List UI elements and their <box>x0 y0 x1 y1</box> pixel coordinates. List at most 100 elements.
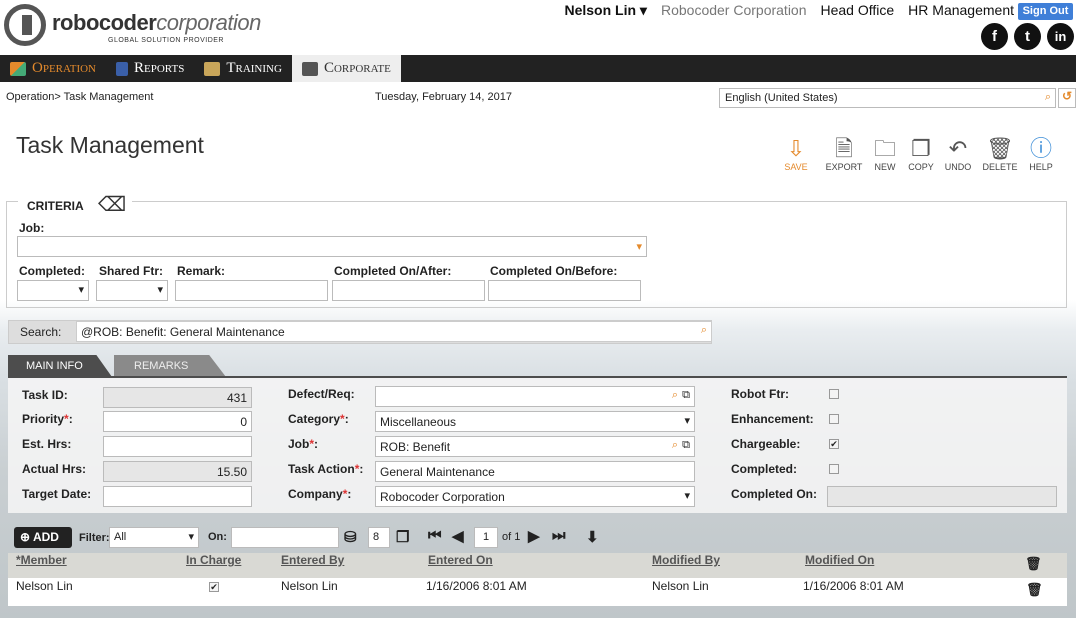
delete-button[interactable]: 🗑 DELETE <box>980 136 1020 172</box>
trash-icon[interactable]: 🗑 <box>1026 582 1043 598</box>
cell-modified-by: Nelson Lin <box>652 579 709 593</box>
col-entered-by[interactable]: Entered By <box>281 553 344 567</box>
menu-operation[interactable]: Operation <box>0 55 106 82</box>
job-filter-select[interactable] <box>17 236 647 257</box>
tab-remarks[interactable]: REMARKS <box>114 355 226 377</box>
open-link-icon[interactable]: ⧉ <box>682 389 690 402</box>
search-icon[interactable]: ⌕ <box>672 389 678 402</box>
job-input[interactable]: ROB: Benefit ⌕ ⧉ <box>375 436 695 457</box>
undo-icon: ↶ <box>948 136 968 161</box>
facebook-icon[interactable]: f <box>981 23 1008 50</box>
search-icon: ⌕ <box>1044 91 1051 103</box>
add-button[interactable]: ⊕ ADD <box>14 527 72 548</box>
task-action-label: Task Action*: <box>288 462 364 476</box>
sign-out-button[interactable]: Sign Out <box>1018 3 1073 20</box>
first-page-icon[interactable]: ⏮ <box>428 527 442 544</box>
filter-select[interactable]: All <box>109 527 199 548</box>
eraser-icon[interactable]: ⌫ <box>98 192 126 217</box>
search-icon[interactable]: ⌕ <box>672 439 678 452</box>
tab-main-info[interactable]: MAIN INFO <box>8 355 112 377</box>
col-entered-on[interactable]: Entered On <box>428 553 493 567</box>
hr-management-link[interactable]: HR Management <box>908 2 1014 20</box>
top-nav: Nelson Lin ▾ Robocoder Corporation Head … <box>564 2 1014 20</box>
divider <box>132 201 1067 202</box>
category-label: Category*: <box>288 412 349 426</box>
chargeable-checkbox[interactable]: ✔ <box>829 439 839 449</box>
user-menu[interactable]: Nelson Lin ▾ <box>564 2 646 20</box>
on-after-input[interactable] <box>332 280 485 301</box>
chargeable-label: Chargeable: <box>731 437 801 451</box>
breadcrumb: Operation> Task Management <box>6 91 154 103</box>
export-button[interactable]: 🗎 EXPORT <box>824 136 864 172</box>
company-logo: robocodercorporation GLOBAL SOLUTION PRO… <box>4 4 274 48</box>
twitter-icon[interactable]: t <box>1014 23 1041 50</box>
priority-input[interactable]: 0 <box>103 411 252 432</box>
robot-ftr-checkbox[interactable] <box>829 389 839 399</box>
est-hrs-input[interactable] <box>103 436 252 457</box>
actual-hrs-label: Actual Hrs: <box>22 462 87 476</box>
refresh-icon[interactable]: ↺ <box>1058 88 1076 108</box>
filter-label: Filter: <box>79 532 110 544</box>
count-field: 8 <box>368 527 390 548</box>
help-button[interactable]: ⓘ HELP <box>1021 136 1061 172</box>
completed-filter-select[interactable] <box>17 280 89 301</box>
col-member[interactable]: *Member <box>16 553 67 567</box>
help-icon: ⓘ <box>1029 136 1052 161</box>
delete-all-icon[interactable]: 🗑 <box>1025 556 1042 572</box>
col-modified-by[interactable]: Modified By <box>652 553 720 567</box>
completed-checkbox[interactable] <box>829 464 839 474</box>
shared-filter-select[interactable] <box>96 280 168 301</box>
on-after-label: Completed On/After: <box>334 264 452 278</box>
remark-filter-input[interactable] <box>175 280 328 301</box>
category-select[interactable]: Miscellaneous <box>375 411 695 432</box>
defect-input[interactable]: ⌕ ⧉ <box>375 386 695 407</box>
copy-icon[interactable]: ❐ <box>396 528 409 546</box>
search-input[interactable]: @ROB: Benefit: General Maintenance ⌕ <box>76 321 712 342</box>
company-select[interactable]: Robocoder Corporation <box>375 486 695 507</box>
page-input[interactable]: 1 <box>474 527 498 548</box>
company-link[interactable]: Robocoder Corporation <box>661 2 807 20</box>
next-page-icon[interactable]: ▶ <box>528 527 540 545</box>
on-date-input[interactable] <box>231 527 339 548</box>
new-button[interactable]: 🗀 NEW <box>865 136 905 172</box>
task-id-label: Task ID: <box>22 388 68 402</box>
undo-button[interactable]: ↶ UNDO <box>938 136 978 172</box>
binoculars-icon[interactable]: ⛁ <box>344 528 357 546</box>
new-folder-icon: 🗀 <box>873 136 896 161</box>
export-icon: 🗎 <box>835 136 853 161</box>
menu-reports[interactable]: Reports <box>106 55 194 82</box>
export-icon[interactable]: ⬇ <box>586 528 599 546</box>
search-icon[interactable]: ⌕ <box>701 324 707 337</box>
target-date-input[interactable] <box>103 486 252 507</box>
save-button[interactable]: ⇩ SAVE <box>776 136 816 172</box>
plus-icon: ⊕ <box>20 530 31 544</box>
enhancement-checkbox[interactable] <box>829 414 839 424</box>
task-action-input[interactable]: General Maintenance <box>375 461 695 482</box>
book-icon <box>116 61 129 76</box>
linkedin-icon[interactable]: in <box>1047 23 1074 50</box>
robot-ftr-label: Robot Ftr: <box>731 387 789 401</box>
cell-entered-by: Nelson Lin <box>281 579 338 593</box>
head-office-link[interactable]: Head Office <box>821 2 895 20</box>
page-title: Task Management <box>16 132 204 158</box>
open-link-icon[interactable]: ⧉ <box>682 439 690 452</box>
cell-entered-on: 1/16/2006 8:01 AM <box>426 579 527 593</box>
cell-modified-on: 1/16/2006 8:01 AM <box>803 579 904 593</box>
in-charge-checkbox[interactable]: ✔ <box>209 582 219 592</box>
criteria-title: CRITERIA <box>27 199 84 213</box>
menu-training[interactable]: Training <box>194 55 292 82</box>
on-before-input[interactable] <box>488 280 641 301</box>
col-in-charge[interactable]: In Charge <box>186 553 241 567</box>
laptop-icon <box>301 61 318 76</box>
search-label: Search: <box>20 325 62 339</box>
completed-on-field <box>827 486 1057 507</box>
language-select[interactable]: English (United States) ⌕ <box>719 88 1056 108</box>
last-page-icon[interactable]: ⏭ <box>552 527 566 544</box>
col-modified-on[interactable]: Modified On <box>805 553 874 567</box>
copy-button[interactable]: ❐ COPY <box>901 136 941 172</box>
divider <box>6 201 18 202</box>
menu-corporate[interactable]: Corporate <box>291 55 401 82</box>
breadcrumb-root[interactable]: Operation <box>6 91 54 103</box>
prev-page-icon[interactable]: ◀ <box>452 527 464 545</box>
remark-label: Remark: <box>177 264 226 278</box>
